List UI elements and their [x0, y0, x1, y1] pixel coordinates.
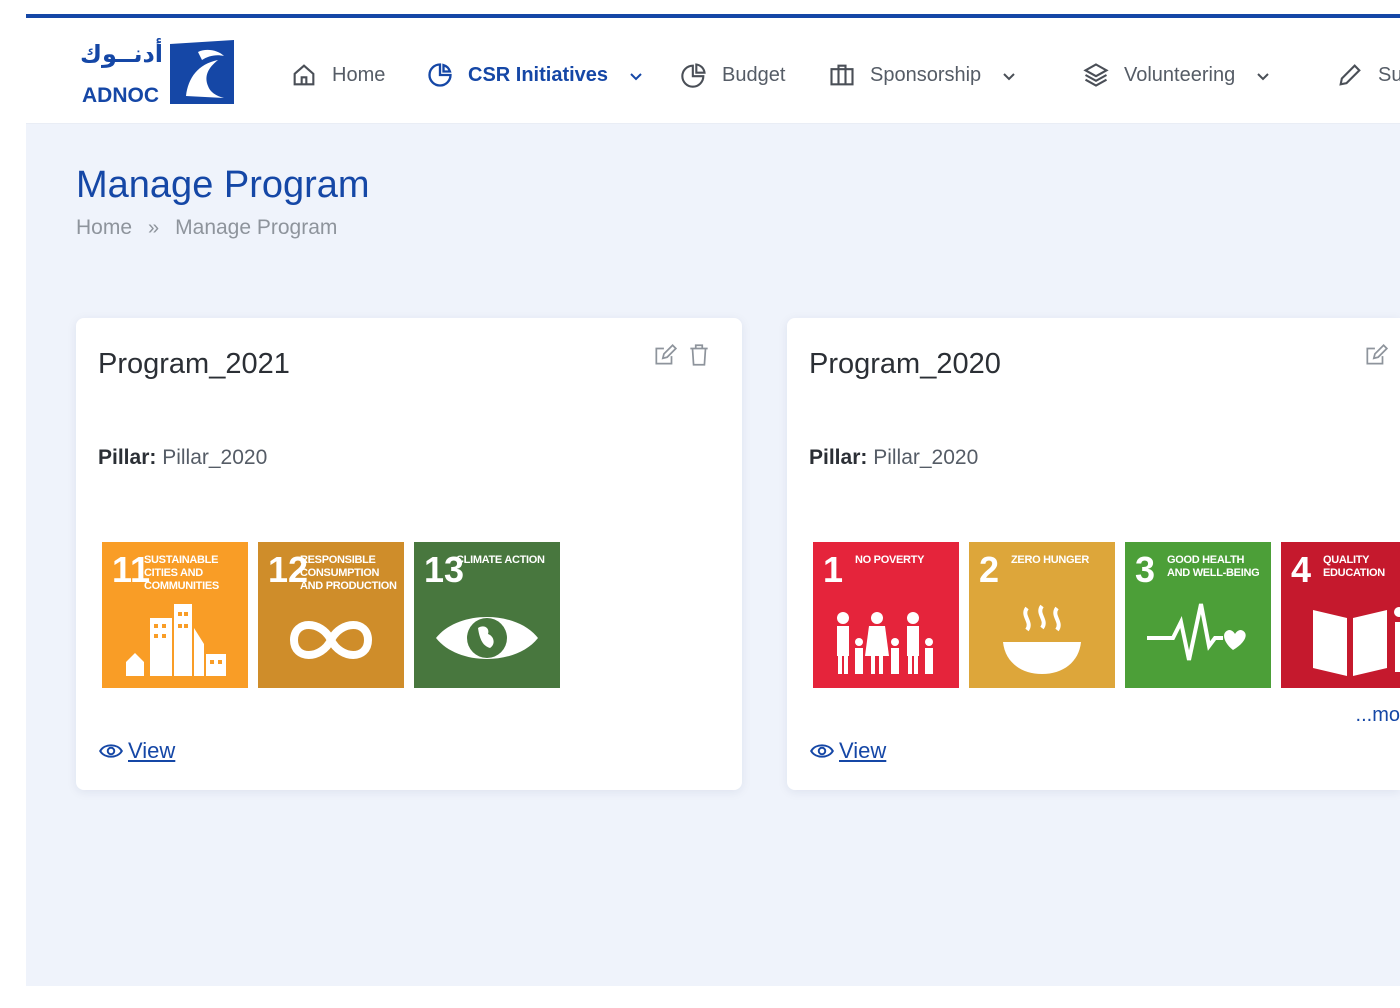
nav-label-su: Su	[1378, 63, 1400, 86]
sdg-goals: 1 No poverty 2	[813, 542, 1400, 688]
sdg-goal-tile: 11 Sustainable cities and communities	[102, 542, 248, 688]
sdg-number: 1	[823, 549, 844, 590]
breadcrumb-separator: »	[148, 216, 160, 239]
sdg-label: Good health and well-being	[1167, 554, 1260, 579]
breadcrumb: Home » Manage Program	[76, 216, 337, 240]
nav-item-sponsorship[interactable]: Sponsorship	[828, 58, 1017, 92]
sdg-label: Climate action	[456, 554, 545, 566]
program-card: Program_2020 Pillar: Pillar_2020 1 No po…	[787, 318, 1400, 790]
program-card: Program_2021 Pillar: Pillar_2020 11 Sust…	[76, 318, 742, 790]
sdg-goal-tile: 3 Good health and well-being	[1125, 542, 1271, 688]
pencil-icon	[1336, 61, 1364, 89]
edit-icon[interactable]	[652, 342, 678, 368]
nav-item-budget[interactable]: Budget	[680, 58, 785, 92]
sdg-goal-tile: 2 Zero hunger	[969, 542, 1115, 688]
city-icon	[126, 604, 226, 676]
nav-label-budget: Budget	[722, 63, 786, 86]
nav-label-home: Home	[332, 63, 386, 86]
chevron-down-icon	[1001, 67, 1017, 83]
pie-chart-icon	[426, 61, 454, 89]
sdg-label: Responsible consumption and production	[300, 554, 397, 592]
main-content: Manage Program Home » Manage Program Pro…	[26, 124, 1400, 986]
nav-label-volunteering: Volunteering	[1124, 63, 1236, 86]
view-link[interactable]: View	[809, 738, 886, 764]
sdg-number: 3	[1135, 549, 1156, 590]
sdg-goal-tile: 13 Climate action	[414, 542, 560, 688]
sdg-number: 2	[979, 549, 1000, 590]
nav-item-home[interactable]: Home	[290, 58, 385, 92]
sdg-label: Sustainable cities and communities	[144, 554, 219, 592]
sdg-goals: 11 Sustainable cities and communities 12…	[102, 542, 570, 688]
adnoc-logo[interactable]: أدنــوك ADNOC	[80, 38, 240, 108]
heartbeat-icon	[1147, 603, 1246, 661]
page-title: Manage Program	[76, 164, 370, 206]
program-title: Program_2020	[809, 348, 1001, 380]
edit-icon[interactable]	[1363, 342, 1389, 368]
breadcrumb-current: Manage Program	[175, 216, 338, 239]
eye-icon	[98, 738, 124, 764]
header: أدنــوك ADNOC Home CSR Initiatives Budge…	[26, 18, 1400, 124]
logo-arabic-text: أدنــوك	[80, 40, 164, 68]
view-label: View	[128, 738, 176, 763]
sdg-label: Quality education	[1323, 554, 1385, 579]
pillar-value: Pillar_2020	[162, 446, 268, 469]
pillar-label: Pillar:	[98, 446, 157, 469]
sdg-number: 4	[1291, 549, 1312, 590]
nav-item-su[interactable]: Su	[1336, 58, 1400, 92]
more-link[interactable]: ...mo	[1356, 704, 1400, 727]
sdg-goal-tile: 4 Quality education	[1281, 542, 1400, 688]
nav-label-sponsorship: Sponsorship	[870, 63, 982, 86]
nav-label-csr-initiatives: CSR Initiatives	[468, 63, 609, 86]
sdg-goal-tile: 1 No poverty	[813, 542, 959, 688]
eye-globe-icon	[436, 617, 538, 659]
briefcase-icon	[828, 61, 856, 89]
nav-item-volunteering[interactable]: Volunteering	[1082, 58, 1271, 92]
pie-chart-icon	[680, 61, 708, 89]
card-actions	[1363, 342, 1397, 368]
nav-item-csr-initiatives[interactable]: CSR Initiatives	[426, 58, 644, 92]
view-label: View	[839, 738, 887, 763]
pillar-label: Pillar:	[809, 446, 868, 469]
delete-icon[interactable]	[686, 342, 712, 368]
pillar-info: Pillar: Pillar_2020	[98, 446, 267, 470]
logo-text: ADNOC	[82, 84, 159, 107]
sdg-label: Zero hunger	[1011, 554, 1089, 566]
card-actions	[652, 342, 720, 368]
home-icon	[290, 61, 318, 89]
breadcrumb-home-link[interactable]: Home	[76, 216, 132, 240]
pillar-value: Pillar_2020	[873, 446, 979, 469]
chevron-down-icon	[1255, 67, 1271, 83]
book-icon	[1313, 607, 1400, 676]
infinity-icon	[289, 621, 373, 659]
sdg-goal-tile: 12 Responsible consumption and productio…	[258, 542, 404, 688]
pillar-info: Pillar: Pillar_2020	[809, 446, 978, 470]
bowl-icon	[1003, 604, 1081, 674]
chevron-down-icon	[628, 67, 644, 83]
view-link[interactable]: View	[98, 738, 175, 764]
eye-icon	[809, 738, 835, 764]
app-frame: أدنــوك ADNOC Home CSR Initiatives Budge…	[26, 0, 1400, 1008]
family-icon	[837, 612, 933, 674]
sdg-label: No poverty	[855, 554, 925, 566]
layers-icon	[1082, 61, 1110, 89]
program-title: Program_2021	[98, 348, 290, 380]
falcon-logo-icon	[170, 40, 234, 104]
